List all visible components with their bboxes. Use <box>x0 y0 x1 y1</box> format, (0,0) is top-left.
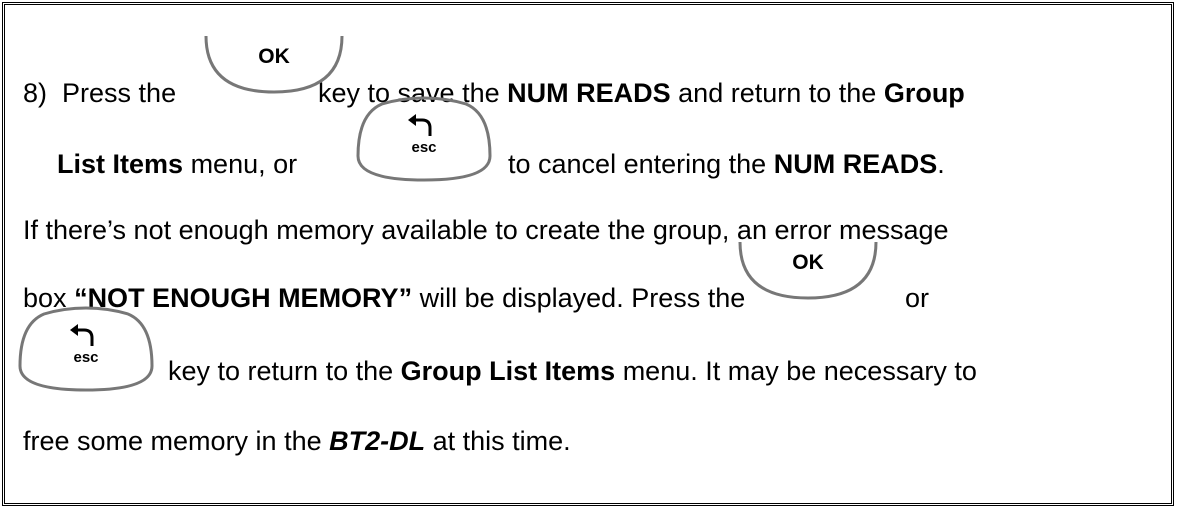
svg-text:OK: OK <box>792 251 824 274</box>
step-8-line-2: List Items menu, or <box>57 149 298 179</box>
error-paragraph-or: or <box>905 283 930 313</box>
step-8-line-2b: to cancel entering the NUM READS. <box>508 149 945 179</box>
device-model-name: BT2-DL <box>329 426 426 456</box>
svg-text:esc: esc <box>73 349 98 366</box>
esc-key-icon-2: esc <box>8 306 164 396</box>
ok-key-icon-2: OK <box>730 236 886 304</box>
group-list-items-term: List Items <box>57 149 184 179</box>
ok-key-icon: OK <box>196 30 352 98</box>
num-reads-term-2: NUM READS <box>773 149 938 179</box>
svg-text:OK: OK <box>258 45 290 68</box>
esc-key-icon: esc <box>346 96 502 186</box>
group-list-items-term-2: Group List Items <box>400 356 616 386</box>
error-paragraph-line-3: key to return to the Group List Items me… <box>168 356 977 386</box>
svg-text:esc: esc <box>411 139 436 156</box>
error-paragraph-line-4: free some memory in the BT2-DL at this t… <box>23 426 571 456</box>
num-reads-term: NUM READS <box>507 78 671 108</box>
group-term: Group <box>883 78 965 108</box>
step-8-line-1: 8) Press the <box>23 78 177 108</box>
step-number: 8) <box>23 78 48 108</box>
